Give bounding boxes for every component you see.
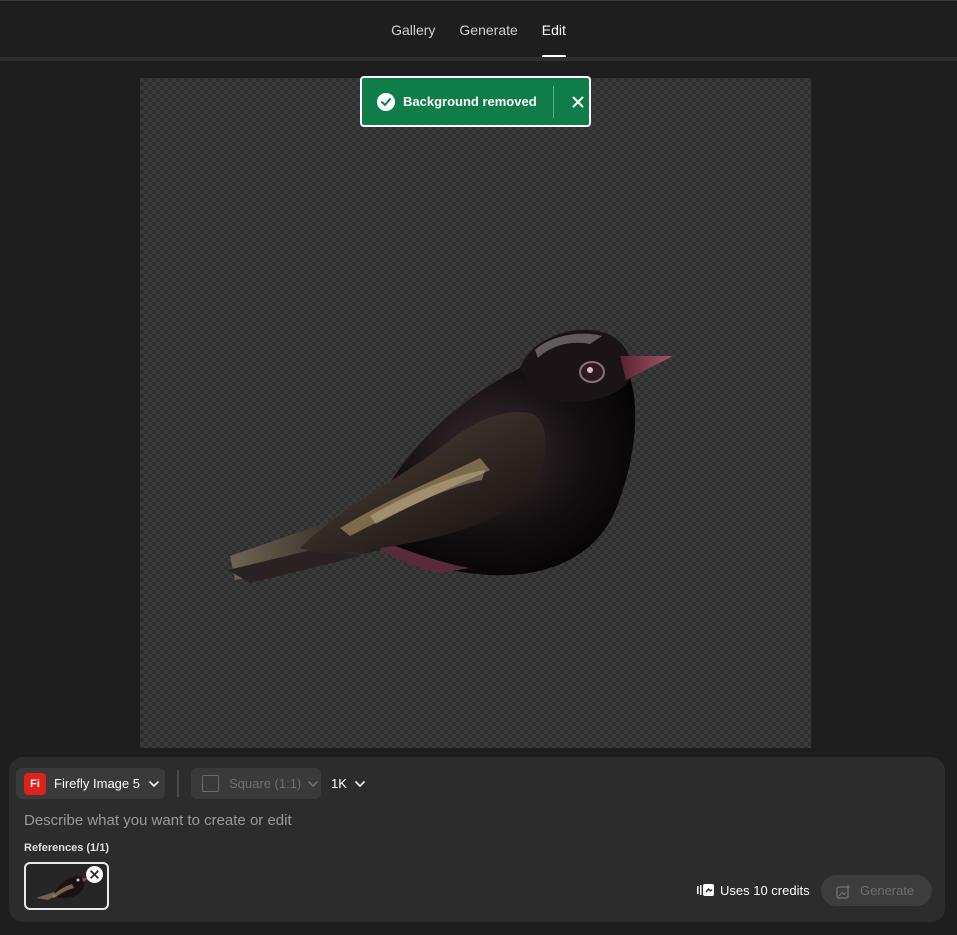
generate-image-icon bbox=[836, 883, 851, 899]
prompt-input[interactable] bbox=[24, 809, 724, 831]
remove-reference-icon[interactable] bbox=[86, 866, 103, 883]
toast-divider bbox=[552, 85, 554, 118]
tab-gallery[interactable]: Gallery bbox=[391, 1, 435, 59]
toast-message: Background removed bbox=[403, 94, 537, 109]
square-ratio-icon bbox=[202, 775, 219, 792]
prompt-panel: Fi Firefly Image 5 Square (1:1) 1K Refer… bbox=[9, 757, 945, 922]
credits-icon bbox=[697, 884, 714, 896]
generate-label: Generate bbox=[860, 883, 915, 898]
tab-edit-label: Edit bbox=[541, 22, 566, 38]
tab-bar: Gallery Generate Edit bbox=[0, 1, 957, 59]
chevron-down-icon bbox=[355, 780, 365, 787]
toolbar-divider bbox=[177, 770, 179, 797]
model-picker-button[interactable]: Fi Firefly Image 5 bbox=[16, 768, 165, 799]
tab-edit[interactable]: Edit bbox=[541, 1, 567, 59]
credits-label: Uses 10 credits bbox=[720, 882, 810, 898]
tab-gallery-label: Gallery bbox=[391, 22, 436, 38]
tab-generate-label: Generate bbox=[459, 22, 518, 38]
toast-notification: Background removed bbox=[360, 76, 591, 127]
nav-divider bbox=[0, 57, 957, 61]
bird-image bbox=[228, 329, 673, 583]
top-nav: Gallery Generate Edit bbox=[0, 0, 957, 58]
chevron-down-icon bbox=[308, 780, 319, 787]
image-canvas[interactable] bbox=[140, 78, 811, 748]
firefly-logo-icon: Fi bbox=[24, 772, 46, 795]
resolution-button[interactable]: 1K bbox=[327, 768, 367, 799]
model-label: Firefly Image 5 bbox=[54, 776, 140, 791]
aspect-ratio-button[interactable]: Square (1:1) bbox=[191, 768, 321, 799]
close-icon[interactable] bbox=[568, 92, 588, 112]
chevron-down-icon bbox=[149, 780, 159, 787]
aspect-ratio-label: Square (1:1) bbox=[229, 776, 302, 791]
checkmark-icon bbox=[377, 92, 395, 111]
tab-generate[interactable]: Generate bbox=[459, 1, 517, 59]
credits-info: Uses 10 credits bbox=[697, 881, 810, 899]
generate-button[interactable]: Generate bbox=[821, 875, 932, 906]
references-label: References (1/1) bbox=[24, 842, 109, 854]
resolution-label: 1K bbox=[331, 776, 347, 791]
